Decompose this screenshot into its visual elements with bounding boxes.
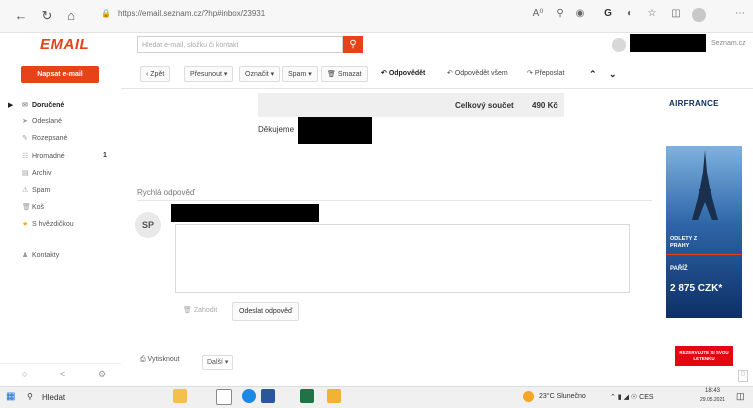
- clock-date[interactable]: 29.05.2021: [700, 397, 725, 403]
- thanks-text: Děkujeme: [258, 125, 295, 134]
- reply-button[interactable]: ↶ Odpovědět: [376, 66, 430, 82]
- collections-icon[interactable]: ◫: [668, 8, 684, 19]
- clock-time[interactable]: 18:43: [705, 388, 720, 394]
- bulk-icon: ☷: [22, 153, 29, 160]
- forward-button[interactable]: ↷ Přeposlat: [522, 66, 569, 82]
- sidebar-item-starred[interactable]: ★ S hvězdičkou: [22, 220, 74, 228]
- sidebar-item-contacts[interactable]: ♟ Kontakty: [22, 251, 59, 259]
- favorites-icon[interactable]: ☆: [644, 8, 660, 19]
- sidebar-item-inbox[interactable]: ✉ Doručené: [22, 101, 64, 109]
- profile-icon[interactable]: [692, 8, 706, 22]
- edge-icon[interactable]: [242, 389, 256, 403]
- reply-icon: ↶: [381, 70, 389, 77]
- home-icon[interactable]: ⌂: [62, 6, 80, 26]
- previous-message-icon[interactable]: ⌃: [584, 66, 602, 82]
- ad-divider: [666, 254, 742, 255]
- redacted-block: [298, 117, 372, 144]
- print-button[interactable]: ⎙ Vytisknout: [140, 356, 180, 364]
- more-button[interactable]: Další ▾: [202, 355, 234, 370]
- sidebar-item-drafts[interactable]: ✎ Rozepsané: [22, 134, 67, 142]
- email-logo[interactable]: EMAIL: [40, 36, 89, 53]
- reply-all-icon: ↶: [447, 70, 455, 77]
- send-reply-button[interactable]: Odeslat odpověď: [232, 302, 300, 321]
- task-view-icon[interactable]: [216, 389, 232, 405]
- tracking-icon[interactable]: ◉: [572, 8, 588, 19]
- trash-icon: 🗑: [327, 71, 338, 78]
- mark-button[interactable]: Označit ▾: [239, 66, 281, 82]
- trash-icon: 🗑: [183, 307, 194, 314]
- settings-icon[interactable]: ⚙: [98, 369, 106, 380]
- printer-icon: ⎙: [140, 356, 148, 363]
- search-icon: ⚲: [349, 39, 357, 50]
- search-icon[interactable]: ⚲: [27, 392, 33, 401]
- divider: [137, 200, 652, 201]
- sender-redacted: [171, 204, 319, 222]
- order-total-box: [258, 93, 564, 117]
- sidebar-item-archive[interactable]: ▤ Archiv: [22, 169, 51, 177]
- avatar: SP: [135, 212, 161, 238]
- circle-icon[interactable]: ○: [22, 369, 27, 379]
- airfrance-logo[interactable]: AIRFRANCE: [669, 99, 719, 108]
- reload-icon[interactable]: ↻: [38, 6, 56, 26]
- windows-start-icon[interactable]: ▦: [6, 391, 15, 402]
- system-tray[interactable]: ⌃ ▮ ◢ ☉ CES: [610, 393, 654, 401]
- drafts-icon: ✎: [22, 135, 28, 142]
- extension-icon[interactable]: ◐: [622, 8, 638, 19]
- read-aloud-icon[interactable]: A⁰: [530, 8, 546, 19]
- menu-icon[interactable]: ⋯: [732, 8, 748, 19]
- quick-reply-heading: Rychlá odpověď: [137, 188, 195, 197]
- taskbar-search[interactable]: Hledat: [42, 393, 65, 402]
- ad-text-departures: ODLETY Z PRAHY: [670, 236, 698, 249]
- total-label: Celkový součet: [455, 101, 514, 110]
- browser-toolbar: [0, 0, 753, 33]
- inbox-icon: ✉: [22, 102, 28, 109]
- active-folder-arrow-icon: ▶: [8, 102, 14, 109]
- zoom-icon[interactable]: ⚲: [552, 8, 568, 19]
- user-avatar[interactable]: [612, 38, 626, 52]
- seznam-link[interactable]: Seznam.cz: [711, 40, 746, 47]
- bulk-count-badge: 1: [103, 152, 107, 159]
- forward-icon: ↷: [527, 70, 535, 77]
- back-button[interactable]: ‹ Zpět: [140, 66, 171, 82]
- address-bar[interactable]: https://email.seznam.cz/?hp#inbox/23931: [118, 9, 265, 18]
- trash-icon: 🗑: [22, 204, 31, 211]
- ad-price: 2 875 CZK*: [670, 283, 723, 294]
- star-icon: ★: [22, 221, 29, 228]
- search-input[interactable]: Hledat e-mail, složku či kontakt: [137, 36, 343, 53]
- compose-button[interactable]: Napsat e-mail: [21, 66, 99, 83]
- ad-cta-button[interactable]: REZERVUJTE SI SVOU LETENKU: [675, 346, 733, 366]
- spam-button[interactable]: Spam ▾: [282, 66, 318, 82]
- ad-destination: PAŘÍŽ: [670, 266, 688, 272]
- sidebar-item-spam[interactable]: ⚠ Spam: [22, 186, 50, 194]
- eiffel-tower-icon: [692, 150, 718, 220]
- sidebar-item-bulk[interactable]: ☷ Hromadné: [22, 152, 65, 160]
- delete-button[interactable]: 🗑 Smazat: [321, 66, 368, 82]
- sent-icon: ➤: [22, 118, 28, 125]
- next-message-icon[interactable]: ⌄: [604, 66, 622, 82]
- extension-g-icon[interactable]: G: [600, 8, 616, 19]
- move-button[interactable]: Přesunout ▾: [184, 66, 234, 82]
- total-value: 490 Kč: [532, 101, 558, 110]
- file-explorer-icon[interactable]: [173, 389, 187, 403]
- archive-icon: ▤: [22, 170, 29, 177]
- discard-button[interactable]: 🗑 Zahodit: [178, 303, 222, 319]
- spam-icon: ⚠: [22, 187, 29, 194]
- excel-icon[interactable]: [300, 389, 314, 403]
- reply-all-button[interactable]: ↶ Odpovědět všem: [442, 66, 513, 82]
- back-icon[interactable]: ←: [12, 6, 30, 26]
- app-icon[interactable]: [327, 389, 341, 403]
- word-icon[interactable]: [261, 389, 275, 403]
- weather-icon[interactable]: [523, 391, 534, 402]
- user-name-redacted[interactable]: [630, 34, 706, 52]
- search-button[interactable]: ⚲: [343, 36, 363, 53]
- weather-text[interactable]: 23°C Slunečno: [539, 393, 586, 400]
- lock-icon[interactable]: 🔒: [101, 9, 111, 18]
- reply-textarea[interactable]: [175, 224, 630, 293]
- sidebar-item-sent[interactable]: ➤ Odeslané: [22, 117, 62, 125]
- contacts-icon: ♟: [22, 252, 29, 259]
- collapse-icon[interactable]: <: [60, 369, 65, 379]
- notification-icon[interactable]: ◫: [736, 391, 745, 402]
- ad-close-icon[interactable]: ▢: [738, 370, 748, 382]
- sidebar-item-trash[interactable]: 🗑Koš: [22, 203, 44, 211]
